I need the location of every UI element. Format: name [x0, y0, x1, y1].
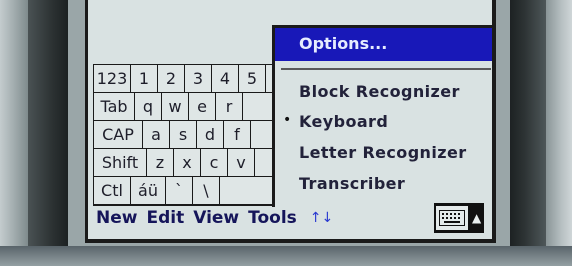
options-menu-item-highlighted[interactable]: Options... [275, 28, 492, 61]
key-e[interactable]: e [189, 93, 215, 120]
options-label: Options... [299, 34, 388, 53]
up-arrow-icon[interactable]: ▲ [472, 211, 481, 225]
key-d[interactable]: d [197, 121, 223, 148]
key-v[interactable]: v [228, 149, 254, 176]
key-4[interactable]: 4 [212, 65, 238, 92]
key-accents[interactable]: áü [131, 177, 165, 204]
menu-item-letter-recognizer[interactable]: Letter Recognizer [299, 143, 467, 162]
key-c[interactable]: c [201, 149, 227, 176]
key-s[interactable]: s [170, 121, 196, 148]
key-5[interactable]: 5 [239, 65, 265, 92]
key-w[interactable]: w [162, 93, 188, 120]
input-panel-button[interactable]: ▲ [434, 203, 484, 233]
key-2[interactable]: 2 [158, 65, 184, 92]
key-caps[interactable]: CAP [94, 121, 142, 148]
device-bezel-left [0, 0, 28, 266]
key-backtick[interactable]: ` [166, 177, 192, 204]
key-shift[interactable]: Shift [94, 149, 146, 176]
key-3[interactable]: 3 [185, 65, 211, 92]
bottom-menu-bar: New Edit View Tools ↑↓ [96, 205, 333, 231]
keyboard-glyph-icon [439, 210, 465, 226]
device-screen: 123 1 2 3 4 5 Tab q w e r CAP a s d f Sh… [85, 0, 496, 243]
menu-item-transcriber[interactable]: Transcriber [299, 174, 405, 193]
key-1[interactable]: 1 [131, 65, 157, 92]
selected-bullet-icon: • [283, 112, 292, 128]
menu-item-block-recognizer[interactable]: Block Recognizer [299, 82, 460, 101]
key-q[interactable]: q [135, 93, 161, 120]
scroll-arrows-icon[interactable]: ↑↓ [310, 210, 333, 226]
key-123[interactable]: 123 [94, 65, 130, 92]
key-f[interactable]: f [224, 121, 250, 148]
menu-edit[interactable]: Edit [146, 208, 184, 228]
menu-view[interactable]: View [193, 208, 239, 228]
menu-separator [281, 68, 491, 70]
device-bezel-inner-right [510, 0, 546, 266]
key-ctrl[interactable]: Ctl [94, 177, 130, 204]
device-bezel-right [546, 0, 572, 266]
keyboard-icon [436, 206, 468, 230]
key-r[interactable]: r [216, 93, 242, 120]
key-tab[interactable]: Tab [94, 93, 134, 120]
menu-item-keyboard[interactable]: Keyboard [299, 112, 388, 131]
options-popup-menu: Options... Block Recognizer • Keyboard L… [272, 25, 492, 207]
key-z[interactable]: z [147, 149, 173, 176]
key-a[interactable]: a [143, 121, 169, 148]
device-bezel-bottom [0, 246, 572, 266]
key-backslash[interactable]: \ [193, 177, 219, 204]
menu-tools[interactable]: Tools [248, 208, 297, 228]
device-bezel-inner-left [28, 0, 68, 266]
key-x[interactable]: x [174, 149, 200, 176]
menu-new[interactable]: New [96, 208, 137, 228]
